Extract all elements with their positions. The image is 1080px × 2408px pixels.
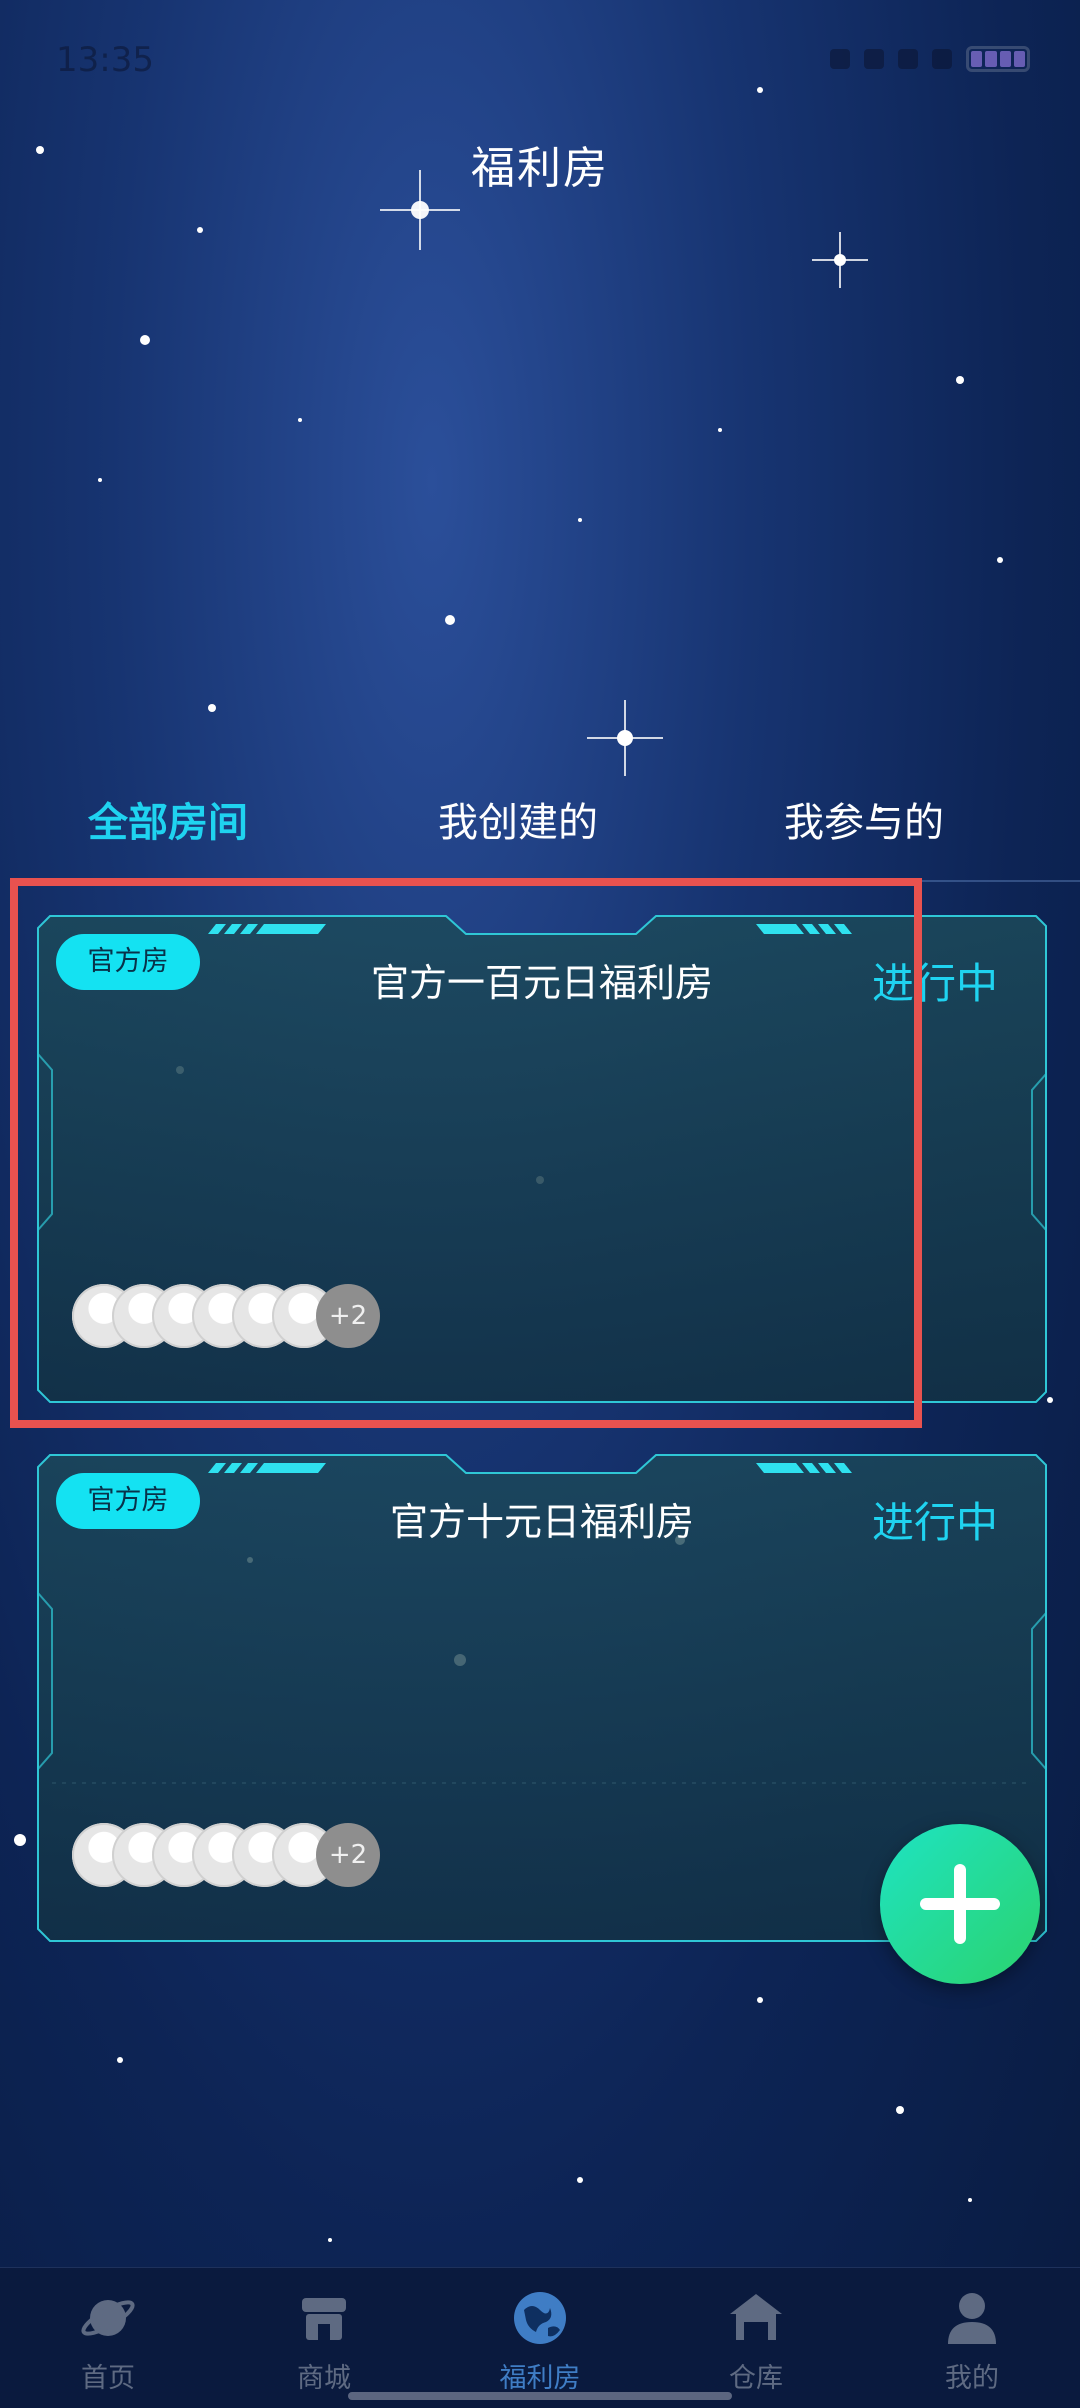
home-indicator [348,2392,732,2400]
status-bar: 13:35 [0,0,1080,130]
user-icon [948,2293,996,2344]
bluetooth-icon [830,49,850,69]
status-icons [830,46,1030,72]
nav-item-warehouse[interactable]: 仓库 [648,2288,864,2395]
more-participants-count: +2 [316,1823,380,1887]
status-time: 13:35 [56,40,154,80]
page-title: 福利房 [471,143,609,194]
tab-joined-by-me[interactable]: 我参与的 [784,790,944,848]
nav-label: 仓库 [729,2363,783,2394]
nav-item-welfare-room[interactable]: 福利房 [432,2288,648,2395]
globe-icon [514,2292,566,2344]
nav-label: 首页 [81,2363,135,2394]
nav-item-home[interactable]: 首页 [0,2288,216,2395]
planet-icon [81,2300,135,2336]
participant-avatars: +2 [72,1823,392,1887]
tab-all-rooms[interactable]: 全部房间 [88,790,248,848]
bottom-nav: 首页 商城 福利房 仓库 我的 [0,2267,1080,2408]
create-room-button[interactable] [880,1824,1040,1984]
nav-item-shop[interactable]: 商城 [216,2288,432,2395]
signal-icon [864,49,884,69]
highlight-box [10,878,922,1428]
tab-created-by-me[interactable]: 我创建的 [438,790,598,848]
sim-icon [898,49,918,69]
battery-icon [966,46,1030,72]
nav-item-mine[interactable]: 我的 [864,2288,1080,2395]
shop-icon [302,2298,346,2340]
nav-label: 我的 [945,2363,999,2394]
wifi-icon [932,49,952,69]
room-filter-tabs: 全部房间 我创建的 我参与的 [0,790,1080,860]
nav-label: 商城 [297,2363,351,2394]
room-status: 进行中 [871,1498,998,1547]
warehouse-icon [730,2294,782,2340]
nav-label: 福利房 [499,2363,581,2394]
